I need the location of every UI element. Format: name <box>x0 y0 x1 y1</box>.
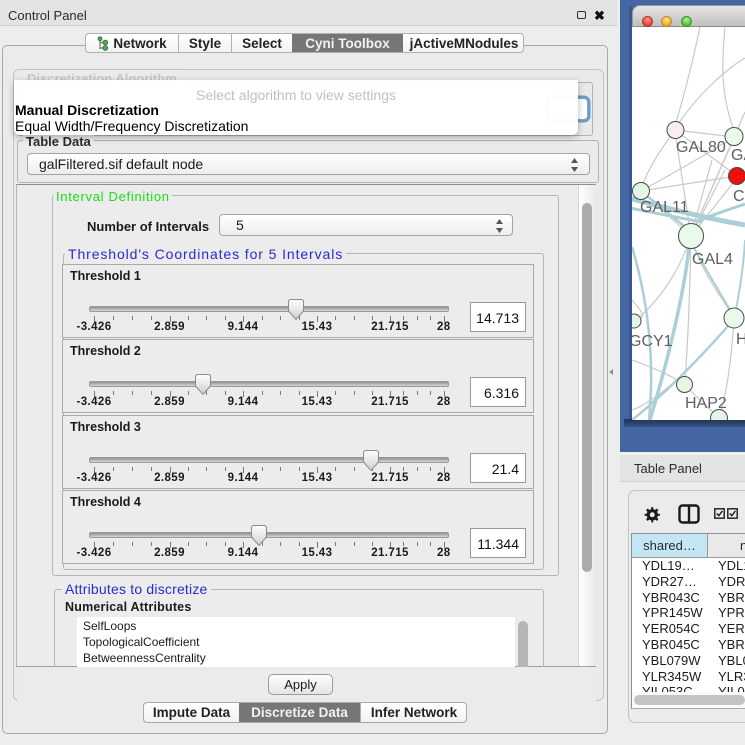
svg-text:H: H <box>736 331 745 348</box>
svg-text:GCY1: GCY1 <box>632 333 673 350</box>
svg-text:HAP2: HAP2 <box>685 395 727 412</box>
svg-text:GAL80: GAL80 <box>676 139 726 156</box>
svg-text:GAL11: GAL11 <box>640 199 689 216</box>
svg-text:C: C <box>733 188 745 205</box>
svg-text:GA: GA <box>731 147 745 164</box>
svg-text:GAL4: GAL4 <box>692 251 733 268</box>
